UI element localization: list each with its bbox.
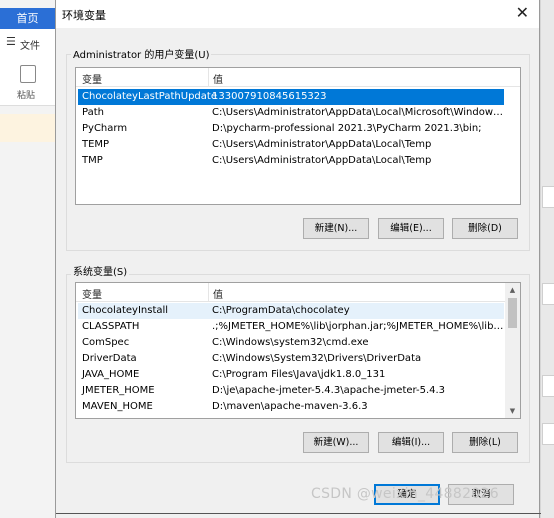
- row-variable: TMP: [82, 155, 103, 166]
- row-value: 133007910845615323: [212, 91, 327, 102]
- row-value: .;%JMETER_HOME%\lib\jorphan.jar;%JMETER_…: [212, 321, 504, 332]
- system-new-button[interactable]: 新建(W)...: [303, 432, 369, 453]
- user-edit-button[interactable]: 编辑(E)...: [378, 218, 444, 239]
- background-right-panel: [540, 0, 554, 518]
- table-row[interactable]: ChocolateyLastPathUpdate 133007910845615…: [78, 89, 504, 105]
- scroll-down-icon[interactable]: ▼: [505, 404, 520, 418]
- row-value: C:\Users\Administrator\AppData\Local\Tem…: [212, 139, 432, 150]
- file-menu[interactable]: ☰ 文件: [0, 29, 55, 56]
- environment-variables-dialog: 环境变量 ✕ Administrator 的用户变量(U) 变量 值 Choco…: [55, 0, 541, 518]
- row-variable: JMETER_HOME: [82, 385, 155, 396]
- home-tab[interactable]: 首页: [0, 8, 55, 29]
- dialog-bottom-edge: [56, 513, 541, 514]
- dialog-title: 环境变量: [62, 9, 106, 22]
- user-delete-button[interactable]: 删除(D): [452, 218, 518, 239]
- system-vars-label: 系统变量(S): [71, 263, 130, 278]
- table-row[interactable]: ComSpec C:\Windows\system32\cmd.exe: [78, 335, 504, 351]
- row-variable: Path: [82, 107, 104, 118]
- row-variable: MAVEN_HOME: [82, 401, 153, 412]
- row-value: D:\pycharm-professional 2021.3\PyCharm 2…: [212, 123, 482, 134]
- scroll-thumb[interactable]: [508, 298, 517, 328]
- column-divider[interactable]: [208, 68, 209, 86]
- bg-block: [542, 186, 554, 208]
- column-divider[interactable]: [208, 283, 209, 301]
- list-header: 变量 值: [76, 283, 520, 302]
- bg-block: [542, 375, 554, 397]
- paste-icon: [20, 65, 36, 83]
- system-edit-button[interactable]: 编辑(I)...: [378, 432, 444, 453]
- user-new-button[interactable]: 新建(N)...: [303, 218, 369, 239]
- row-value: C:\Program Files\Java\jdk1.8.0_131: [212, 369, 386, 380]
- table-row[interactable]: CLASSPATH .;%JMETER_HOME%\lib\jorphan.ja…: [78, 319, 504, 335]
- table-row[interactable]: TEMP C:\Users\Administrator\AppData\Loca…: [78, 137, 504, 153]
- row-variable: ChocolateyInstall: [82, 305, 169, 316]
- row-variable: PyCharm: [82, 123, 128, 134]
- row-value: D:\maven\apache-maven-3.6.3: [212, 401, 368, 412]
- column-header-value[interactable]: 值: [213, 286, 223, 301]
- column-header-variable[interactable]: 变量: [82, 286, 102, 301]
- row-value: C:\ProgramData\chocolatey: [212, 305, 350, 316]
- row-variable: CLASSPATH: [82, 321, 140, 332]
- table-row[interactable]: TMP C:\Users\Administrator\AppData\Local…: [78, 153, 504, 169]
- row-variable: ChocolateyLastPathUpdate: [82, 91, 217, 102]
- watermark: CSDN @weixin_44882026: [311, 486, 499, 502]
- row-value: D:\je\apache-jmeter-5.4.3\apache-jmeter-…: [212, 385, 446, 396]
- row-value: C:\Windows\system32\cmd.exe: [212, 337, 369, 348]
- row-value: C:\Windows\System32\Drivers\DriverData: [212, 353, 422, 364]
- table-row[interactable]: DriverData C:\Windows\System32\Drivers\D…: [78, 351, 504, 367]
- file-menu-label: 文件: [20, 41, 40, 52]
- system-vars-scrollbar[interactable]: ▲ ▼: [505, 283, 520, 418]
- bg-block: [542, 423, 554, 445]
- close-icon[interactable]: ✕: [516, 3, 529, 22]
- table-row[interactable]: JAVA_HOME C:\Program Files\Java\jdk1.8.0…: [78, 367, 504, 383]
- paste-label: 粘贴: [17, 91, 36, 101]
- paste-tool[interactable]: 粘贴: [0, 55, 55, 106]
- row-value: C:\Users\Administrator\AppData\Local\Mic…: [212, 107, 504, 118]
- bg-block: [542, 283, 554, 305]
- row-variable: JAVA_HOME: [82, 369, 140, 380]
- hamburger-menu-icon: ☰: [6, 35, 16, 48]
- table-row[interactable]: Path C:\Users\Administrator\AppData\Loca…: [78, 105, 504, 121]
- table-row[interactable]: MAVEN_HOME D:\maven\apache-maven-3.6.3: [78, 399, 504, 415]
- system-delete-button[interactable]: 删除(L): [452, 432, 518, 453]
- list-header: 变量 值: [76, 68, 520, 87]
- scroll-up-icon[interactable]: ▲: [505, 283, 520, 297]
- user-vars-list[interactable]: 变量 值 ChocolateyLastPathUpdate 1330079108…: [75, 67, 521, 205]
- system-vars-list[interactable]: 变量 值 ChocolateyInstall C:\ProgramData\ch…: [75, 282, 521, 419]
- table-row[interactable]: JMETER_HOME D:\je\apache-jmeter-5.4.3\ap…: [78, 383, 504, 399]
- table-row[interactable]: ChocolateyInstall C:\ProgramData\chocola…: [78, 303, 504, 319]
- table-row[interactable]: PyCharm D:\pycharm-professional 2021.3\P…: [78, 121, 504, 137]
- title-bar[interactable]: 环境变量 ✕: [56, 0, 539, 28]
- column-header-value[interactable]: 值: [213, 71, 223, 86]
- column-header-variable[interactable]: 变量: [82, 71, 102, 86]
- row-variable: DriverData: [82, 353, 137, 364]
- notice-bar: [0, 114, 55, 142]
- row-variable: ComSpec: [82, 337, 130, 348]
- user-vars-label: Administrator 的用户变量(U): [71, 46, 212, 61]
- row-value: C:\Users\Administrator\AppData\Local\Tem…: [212, 155, 432, 166]
- row-variable: TEMP: [82, 139, 110, 150]
